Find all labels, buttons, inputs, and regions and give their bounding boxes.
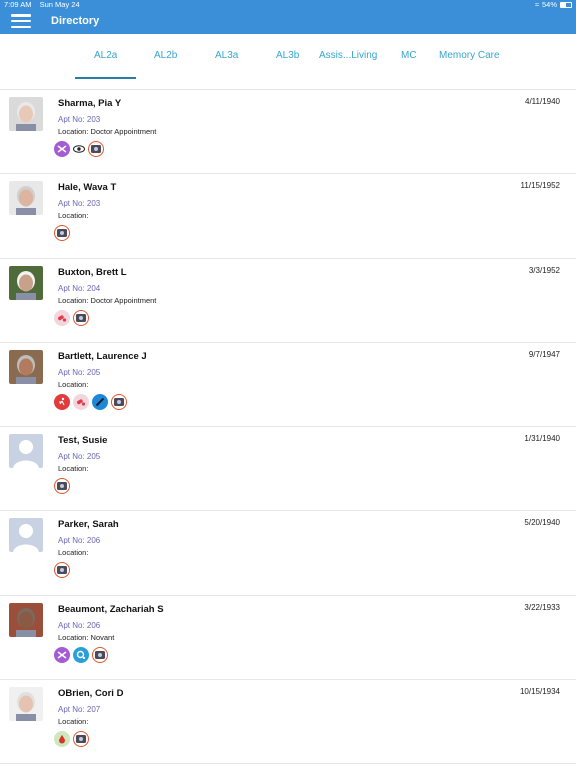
resident-row[interactable]: Buxton, Brett L Apt No: 204 Location: Do… (0, 259, 576, 343)
wifi-icon: ≈ (534, 0, 539, 9)
resident-name: Parker, Sarah (58, 519, 119, 531)
birth-date: 1/31/1940 (524, 434, 560, 444)
status-bar: 7:09 AM Sun May 24 ≈ 54% (0, 0, 576, 10)
resident-name: Bartlett, Laurence J (58, 350, 147, 362)
resident-location: Location: Doctor Appointment (58, 295, 157, 305)
pill-icon[interactable] (73, 393, 89, 410)
blood-drop-icon[interactable] (54, 731, 70, 748)
birth-date: 9/7/1947 (528, 349, 560, 359)
resident-name: Test, Susie (58, 435, 108, 447)
status-icons (54, 141, 104, 157)
unit-tab-bar: AL2a AL2b AL3a AL3b Assis...Living MC Me… (0, 34, 576, 90)
status-icons (54, 731, 89, 748)
camera-icon[interactable] (73, 731, 89, 748)
apartment-number: Apt No: 203 (58, 199, 101, 209)
pill-icon[interactable] (54, 309, 70, 326)
status-icons (54, 562, 70, 579)
avatar[interactable] (9, 181, 43, 216)
birth-date: 10/15/1934 (519, 687, 560, 697)
resident-row[interactable]: Parker, Sarah Apt No: 206 Location: 5/20… (0, 511, 576, 596)
resident-name: OBrien, Cori D (58, 688, 124, 700)
apartment-number: Apt No: 205 (58, 452, 101, 462)
tab-al3b[interactable]: AL3b (276, 50, 299, 61)
apartment-number: Apt No: 206 (58, 536, 101, 546)
resident-name: Buxton, Brett L (58, 266, 127, 278)
hamburger-menu-icon[interactable] (10, 12, 32, 30)
status-icons (54, 478, 70, 495)
avatar[interactable] (9, 687, 43, 722)
resident-location: Location: Doctor Appointment (58, 127, 157, 136)
resident-list[interactable]: Sharma, Pia Y Apt No: 203 Location: Doct… (0, 90, 576, 765)
resident-name: Beaumont, Zachariah S (58, 603, 164, 615)
resident-row[interactable]: Bartlett, Laurence J Apt No: 205 Locatio… (0, 343, 576, 428)
battery-percent: 54% (541, 0, 557, 9)
camera-icon[interactable] (88, 141, 104, 157)
birth-date: 4/11/1940 (525, 97, 560, 106)
resident-location: Location: (58, 379, 89, 389)
avatar[interactable] (9, 97, 43, 131)
battery-icon (560, 2, 572, 8)
camera-icon[interactable] (54, 478, 70, 495)
resident-name: Hale, Wava T (58, 182, 117, 194)
scissors-icon[interactable] (54, 646, 70, 663)
birth-date: 5/20/1940 (524, 518, 560, 528)
avatar[interactable] (9, 265, 43, 300)
fall-risk-icon[interactable] (54, 393, 70, 410)
camera-icon[interactable] (54, 225, 70, 242)
resident-location: Location: (58, 211, 89, 221)
syringe-icon[interactable] (92, 393, 108, 410)
camera-icon[interactable] (54, 562, 70, 579)
status-time: 7:09 AM (4, 0, 32, 9)
oxygen-icon[interactable] (73, 646, 89, 663)
apartment-number: Apt No: 203 (58, 115, 101, 124)
camera-icon[interactable] (111, 393, 127, 410)
birth-date: 3/22/1933 (524, 602, 560, 612)
birth-date: 11/15/1952 (520, 181, 560, 191)
avatar[interactable] (9, 349, 43, 384)
resident-location: Location: Novant (58, 632, 115, 642)
status-date: Sun May 24 (39, 0, 80, 9)
eye-icon[interactable] (73, 141, 85, 157)
scissors-icon[interactable] (54, 141, 70, 157)
selected-tab-indicator (75, 77, 136, 79)
status-icons (54, 393, 127, 410)
tab-al2a[interactable]: AL2a (94, 50, 117, 61)
status-icons (54, 646, 108, 663)
resident-row[interactable]: Beaumont, Zachariah S Apt No: 206 Locati… (0, 596, 576, 681)
status-icons (54, 309, 89, 326)
apartment-number: Apt No: 205 (58, 367, 101, 377)
avatar[interactable] (9, 602, 43, 637)
resident-location: Location: (58, 464, 89, 474)
resident-location: Location: (58, 548, 89, 558)
tab-al3a[interactable]: AL3a (215, 50, 238, 61)
resident-location: Location: (58, 717, 89, 727)
tab-memory-care[interactable]: Memory Care (439, 50, 500, 61)
avatar[interactable] (9, 434, 43, 469)
avatar[interactable] (9, 518, 43, 553)
tab-mc[interactable]: MC (401, 50, 417, 61)
resident-name: Sharma, Pia Y (58, 98, 122, 109)
apartment-number: Apt No: 207 (58, 705, 101, 715)
resident-row[interactable]: Sharma, Pia Y Apt No: 203 Location: Doct… (0, 90, 576, 175)
tab-al2b[interactable]: AL2b (154, 50, 177, 61)
birth-date: 3/3/1952 (528, 265, 560, 275)
camera-icon[interactable] (73, 309, 89, 326)
apartment-number: Apt No: 204 (58, 283, 101, 293)
apartment-number: Apt No: 206 (58, 620, 101, 630)
camera-icon[interactable] (92, 646, 108, 663)
status-icons (54, 225, 70, 242)
nav-bar: Directory (0, 10, 576, 34)
resident-row[interactable]: Hale, Wava T Apt No: 203 Location: 11/15… (0, 174, 576, 259)
resident-row[interactable]: OBrien, Cori D Apt No: 207 Location: 10/… (0, 680, 576, 765)
page-title: Directory (51, 15, 100, 27)
resident-row[interactable]: Test, Susie Apt No: 205 Location: 1/31/1… (0, 427, 576, 512)
tab-assisted-living[interactable]: Assis...Living (319, 50, 377, 61)
